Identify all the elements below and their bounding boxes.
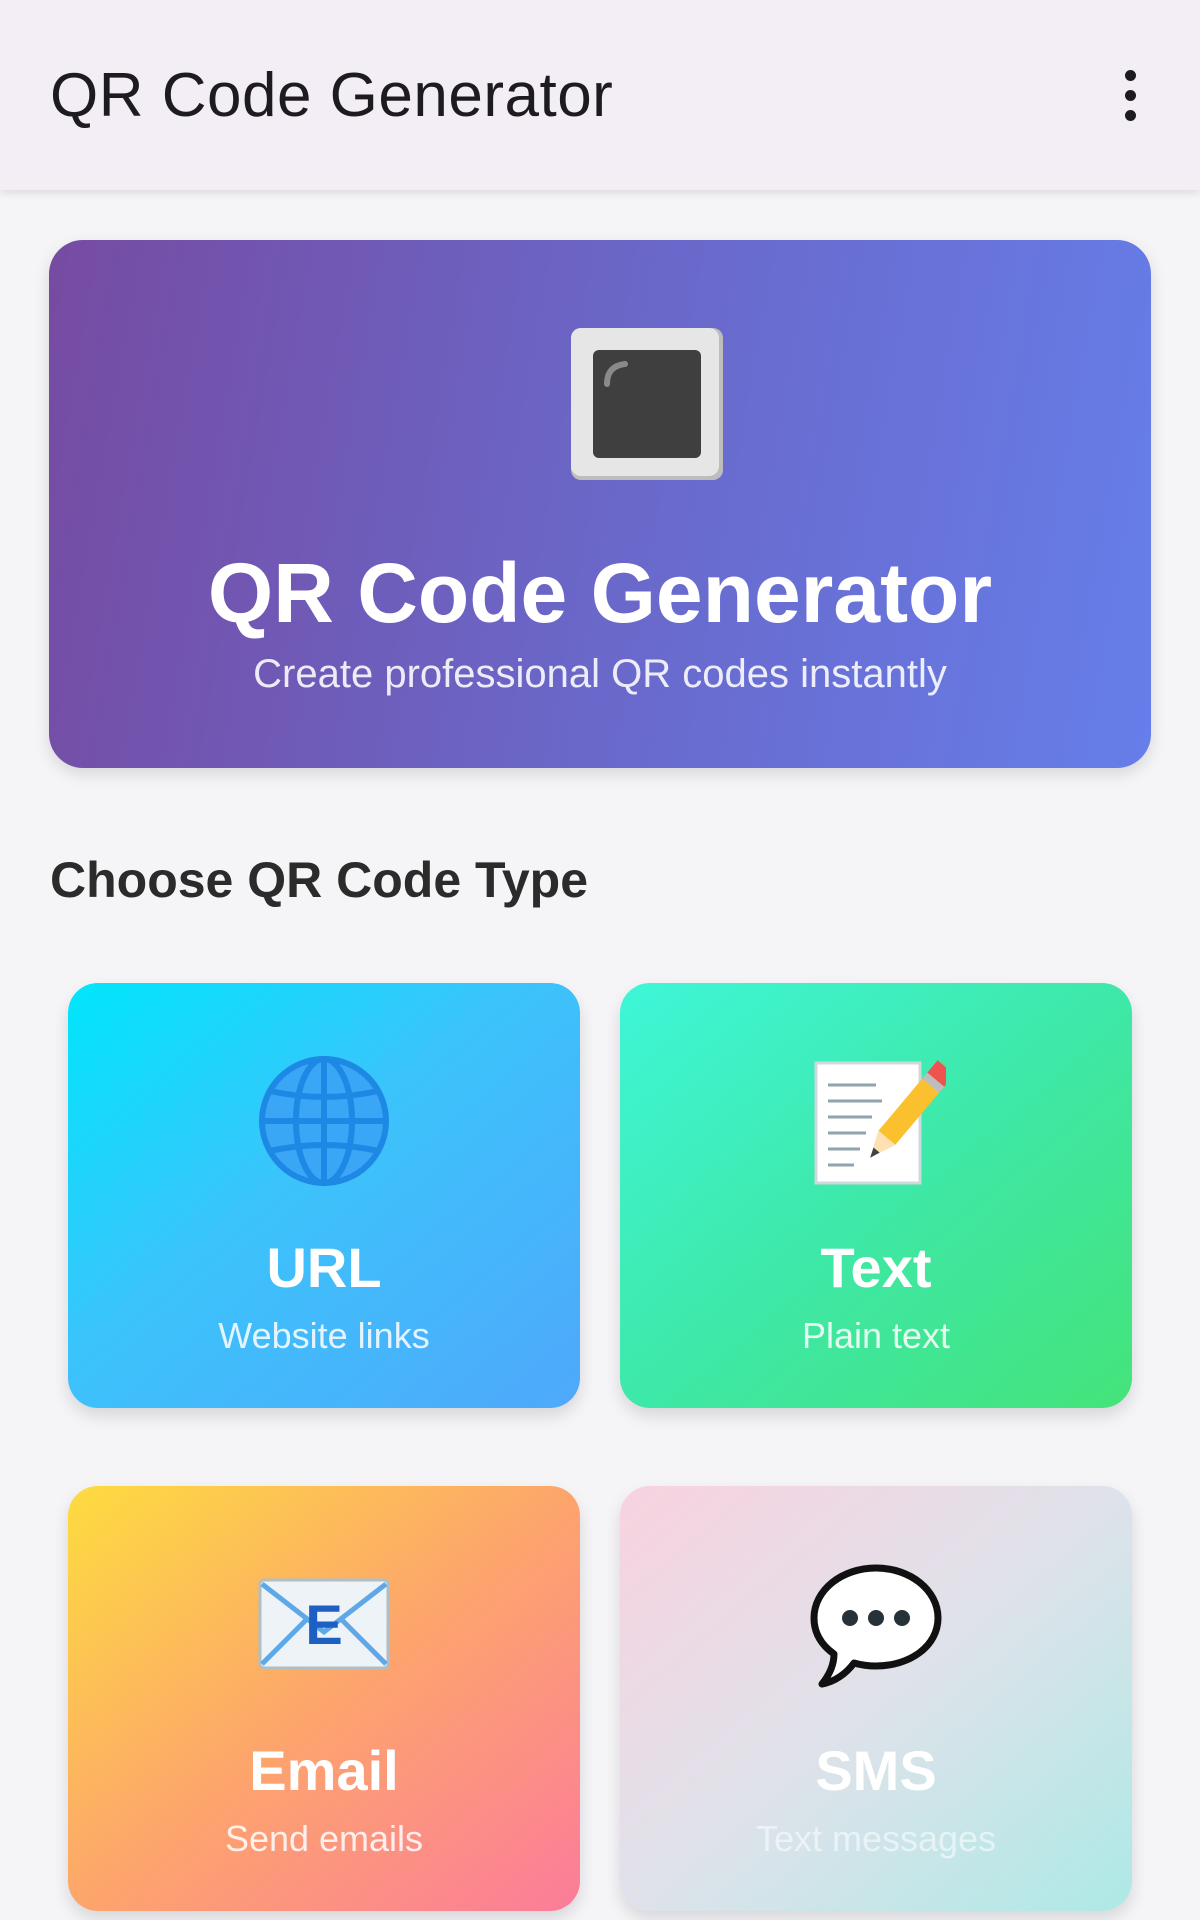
more-vert-icon [1124, 69, 1136, 81]
section-title: Choose QR Code Type [50, 852, 589, 908]
type-label: SMS [815, 1739, 937, 1802]
email-icon: E [258, 1578, 390, 1670]
type-description: Text messages [755, 1818, 997, 1859]
speech-bubble-icon [810, 1564, 942, 1688]
app-title: QR Code Generator [50, 61, 614, 130]
more-options-button[interactable] [1090, 55, 1170, 135]
black-square-button-icon [571, 328, 723, 480]
type-label: Email [249, 1739, 399, 1802]
type-card-sms[interactable]: SMS Text messages [620, 1486, 1132, 1911]
type-description: Plain text [801, 1315, 951, 1356]
type-card-email[interactable]: E Email Send emails [68, 1486, 580, 1911]
type-description: Website links [218, 1315, 430, 1356]
hero-banner: QR Code Generator Create professional QR… [49, 240, 1151, 768]
type-label: URL [266, 1236, 382, 1299]
type-card-url[interactable]: URL Website links [68, 983, 580, 1408]
memo-pencil-icon [814, 1060, 946, 1185]
hero-title: QR Code Generator [207, 546, 993, 640]
type-label: Text [820, 1236, 932, 1299]
type-card-text[interactable]: Text Plain text [620, 983, 1132, 1408]
svg-text:E: E [305, 1593, 342, 1656]
globe-icon [259, 1056, 389, 1186]
app-bar: QR Code Generator [0, 0, 1200, 190]
hero-subtitle: Create professional QR codes instantly [253, 652, 947, 696]
type-description: Send emails [224, 1818, 424, 1859]
